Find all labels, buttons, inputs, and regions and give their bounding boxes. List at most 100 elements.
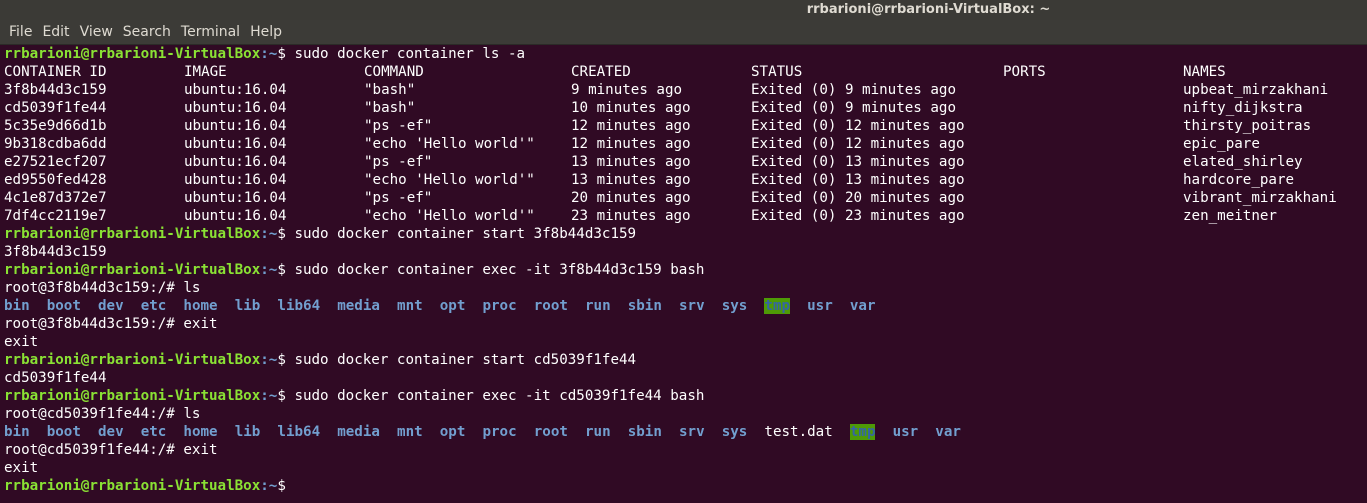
dir-entry: bin (4, 424, 30, 440)
output-line-text: exit (4, 334, 39, 350)
dir-entry: root (533, 424, 568, 440)
root-prompt-line: root@cd5039f1fe44:/# ls (4, 405, 1367, 423)
terminal-output[interactable]: rrbarioni@rrbarioni-VirtualBox:~$ sudo d… (0, 45, 1367, 503)
table-cell: 23 minutes ago (571, 208, 691, 224)
table-cell: e27521ecf207 (4, 154, 107, 170)
dir-entry: media (337, 424, 380, 440)
dir-entry: var (935, 424, 961, 440)
output-line: 3f8b44d3c159 (4, 243, 1367, 261)
table-cell: Exited (0) 20 minutes ago (751, 190, 965, 206)
table-cell: thirsty_poitras (1183, 118, 1312, 134)
table-cell: Exited (0) 23 minutes ago (751, 208, 965, 224)
table-cell: 12 minutes ago (571, 118, 691, 134)
ls-output-line: bin boot dev etc home lib lib64 media mn… (4, 423, 1367, 441)
dir-entry: sys (721, 298, 748, 314)
dir-entry: sbin (627, 424, 662, 440)
root-prompt: root@cd5039f1fe44:/# (4, 442, 184, 458)
dir-entry: sys (721, 424, 748, 440)
dir-entry: run (585, 424, 611, 440)
dir-entry: mnt (397, 424, 423, 440)
table-cell: "ps -ef" (364, 190, 433, 206)
table-row: 7df4cc2119e7 ubuntu:16.04 "echo 'Hello wor… (4, 207, 1367, 225)
table-row: 9b318cdba6dd ubuntu:16.04 "echo 'Hello wor… (4, 135, 1367, 153)
table-cell: Exited (0) 13 minutes ago (751, 154, 965, 170)
ls-output-line: bin boot dev etc home lib lib64 media mn… (4, 297, 1367, 315)
prompt-user-host: rrbarioni@rrbarioni-VirtualBox (4, 46, 261, 62)
prompt-user-host: rrbarioni@rrbarioni-VirtualBox (4, 478, 261, 494)
dir-entry: usr (892, 424, 919, 440)
column-header: CONTAINER ID (4, 64, 107, 80)
dir-entry: var (849, 298, 876, 314)
table-cell: 13 minutes ago (571, 154, 691, 170)
table-row: 3f8b44d3c159 ubuntu:16.04 "bash" 9 minutes … (4, 81, 1367, 99)
table-row: e27521ecf207 ubuntu:16.04 "ps -ef" 13 minut… (4, 153, 1367, 171)
prompt-path: :~ (260, 46, 278, 62)
dir-entry: mnt (397, 298, 423, 314)
root-prompt: root@3f8b44d3c159:/# (4, 280, 184, 296)
table-cell: 20 minutes ago (571, 190, 691, 206)
table-cell: zen_meitner (1183, 208, 1277, 224)
column-header: COMMAND (364, 64, 424, 80)
dir-entry: boot (46, 298, 81, 314)
menu-edit[interactable]: Edit (37, 20, 74, 44)
table-cell: Exited (0) 13 minutes ago (751, 172, 965, 188)
menu-help[interactable]: Help (245, 20, 287, 44)
table-cell: ubuntu:16.04 (184, 118, 287, 134)
menu-terminal[interactable]: Terminal (176, 20, 245, 44)
menu-search[interactable]: Search (118, 20, 176, 44)
column-header: PORTS (1003, 64, 1046, 80)
table-cell: nifty_dijkstra (1183, 100, 1303, 116)
table-cell: "ps -ef" (364, 118, 433, 134)
prompt-line: rrbarioni@rrbarioni-VirtualBox:~$ sudo d… (4, 45, 1367, 63)
table-cell: ubuntu:16.04 (184, 172, 287, 188)
command-text: sudo docker container ls -a (294, 46, 526, 62)
table-cell: ubuntu:16.04 (184, 190, 287, 206)
dir-entry: proc (482, 424, 517, 440)
command-text: exit (183, 442, 218, 458)
prompt-sign: $ (277, 46, 295, 62)
table-cell: elated_shirley (1183, 154, 1303, 170)
table-row: cd5039f1fe44 ubuntu:16.04 "bash" 10 minutes… (4, 99, 1367, 117)
prompt-sign: $ (277, 226, 295, 242)
table-cell: ubuntu:16.04 (184, 154, 287, 170)
table-cell: cd5039f1fe44 (4, 100, 107, 116)
menu-view[interactable]: View (75, 20, 118, 44)
root-prompt-line: root@3f8b44d3c159:/# exit (4, 315, 1367, 333)
command-text: sudo docker container start cd5039f1fe44 (294, 352, 637, 368)
command-text: ls (183, 280, 201, 296)
column-header: STATUS (751, 64, 803, 80)
root-prompt: root@3f8b44d3c159:/# (4, 316, 184, 332)
table-cell: Exited (0) 9 minutes ago (751, 100, 956, 116)
table-cell: 5c35e9d66d1b (4, 118, 107, 134)
table-cell: 9b318cdba6dd (4, 136, 107, 152)
dir-entry: lib (234, 424, 261, 440)
table-cell: "ps -ef" (364, 154, 433, 170)
table-cell: 7df4cc2119e7 (4, 208, 107, 224)
prompt-sign: $ (277, 478, 295, 494)
table-cell: ubuntu:16.04 (184, 82, 287, 98)
table-cell: ubuntu:16.04 (184, 208, 287, 224)
prompt-line: rrbarioni@rrbarioni-VirtualBox:~$ sudo d… (4, 225, 1367, 243)
dir-entry: tmp (849, 424, 876, 440)
dir-entry: dev (97, 424, 124, 440)
command-text: sudo docker container exec -it cd5039f1f… (294, 388, 705, 404)
table-cell: 12 minutes ago (571, 136, 691, 152)
prompt-sign: $ (277, 262, 295, 278)
window-title: rrbarioni@rrbarioni-VirtualBox: ~ (806, 2, 1051, 17)
dir-entry: usr (807, 298, 833, 314)
dir-entry: lib64 (277, 424, 321, 440)
prompt-path: :~ (260, 388, 278, 404)
dir-entry: media (337, 298, 380, 314)
table-cell: upbeat_mirzakhani (1183, 82, 1329, 98)
output-line: exit (4, 333, 1367, 351)
prompt-line: rrbarioni@rrbarioni-VirtualBox:~$ sudo d… (4, 387, 1367, 405)
dir-entry: proc (482, 298, 517, 314)
menu-bar: File Edit View Search Terminal Help (0, 20, 1367, 45)
dir-entry: root (533, 298, 568, 314)
table-cell: 3f8b44d3c159 (4, 82, 107, 98)
command-text: sudo docker container start 3f8b44d3c159 (294, 226, 637, 242)
table-cell: Exited (0) 12 minutes ago (751, 118, 965, 134)
dir-entry: opt (439, 424, 466, 440)
menu-file[interactable]: File (4, 20, 37, 44)
prompt-line-current: rrbarioni@rrbarioni-VirtualBox:~$ (4, 477, 1367, 495)
